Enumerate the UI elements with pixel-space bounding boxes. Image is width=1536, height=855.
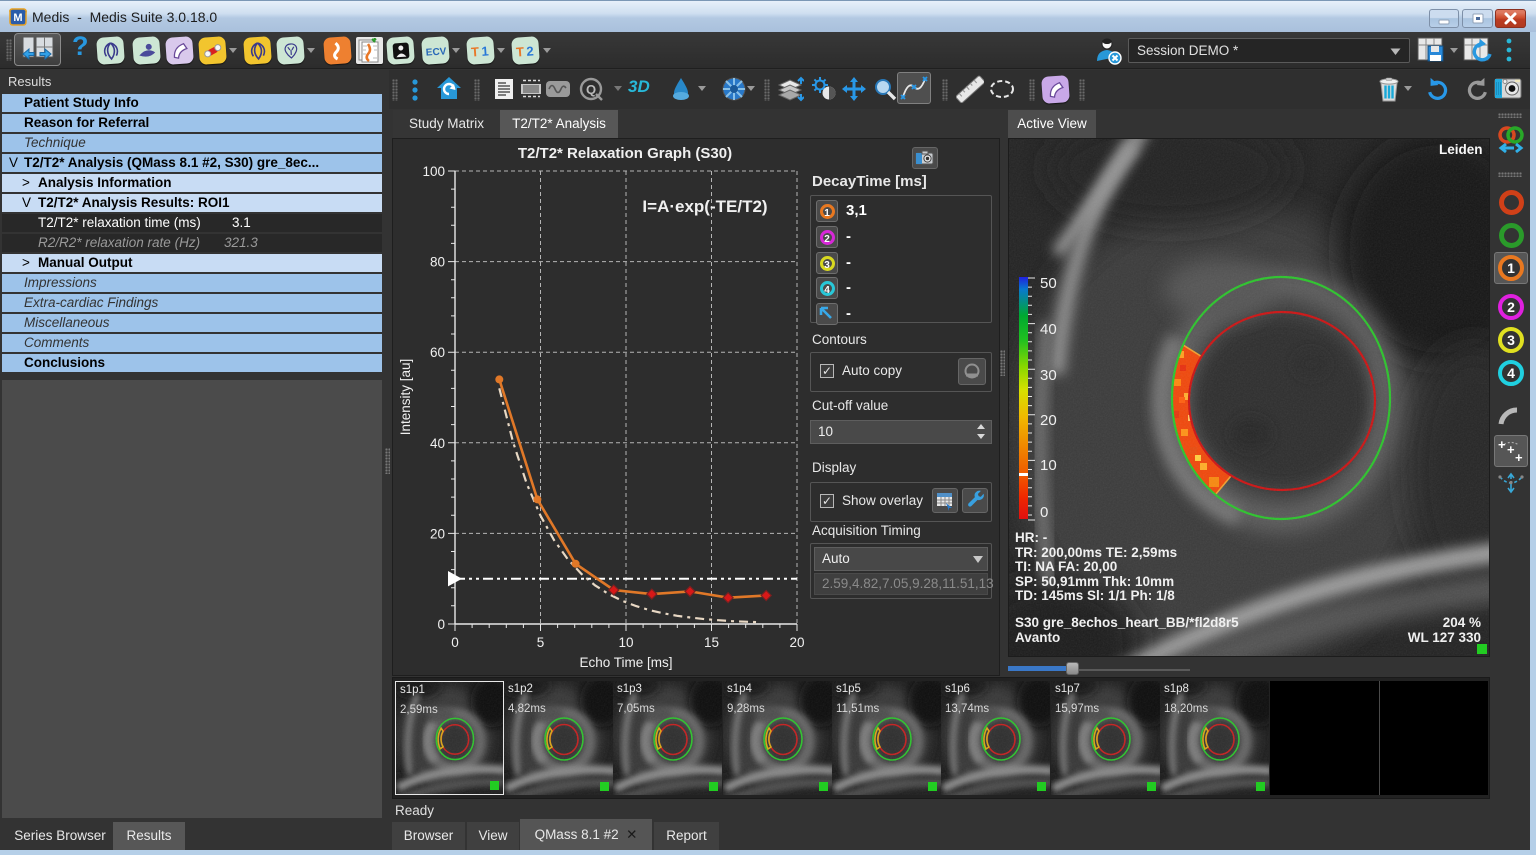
svg-text:T: T bbox=[515, 44, 524, 60]
svg-text:ECV: ECV bbox=[425, 46, 447, 58]
svg-text:Intensity [au]: Intensity [au] bbox=[398, 359, 413, 436]
svg-text:I=A·exp(-TE/T2): I=A·exp(-TE/T2) bbox=[642, 197, 767, 216]
svg-text:T: T bbox=[470, 44, 479, 60]
svg-text:+: + bbox=[1507, 442, 1515, 457]
svg-text:Q: Q bbox=[586, 82, 596, 97]
svg-text:20: 20 bbox=[789, 635, 804, 650]
svg-text:1: 1 bbox=[480, 43, 488, 58]
svg-text:100: 100 bbox=[422, 164, 445, 179]
svg-text:15: 15 bbox=[704, 635, 719, 650]
svg-text:60: 60 bbox=[430, 345, 445, 360]
svg-text:0: 0 bbox=[437, 617, 445, 632]
svg-text:+: + bbox=[1498, 437, 1506, 452]
svg-text:2: 2 bbox=[525, 43, 533, 58]
svg-text:0: 0 bbox=[451, 635, 459, 650]
svg-text:+: + bbox=[1515, 450, 1523, 465]
svg-text:5: 5 bbox=[537, 635, 545, 650]
svg-text:40: 40 bbox=[430, 436, 445, 451]
svg-text:80: 80 bbox=[430, 255, 445, 270]
svg-text:T2/T2* Relaxation Graph (S30): T2/T2* Relaxation Graph (S30) bbox=[518, 145, 732, 162]
svg-text:M: M bbox=[13, 12, 22, 24]
svg-text:10: 10 bbox=[618, 635, 633, 650]
svg-text:Echo Time [ms]: Echo Time [ms] bbox=[579, 655, 672, 670]
svg-text:20: 20 bbox=[430, 526, 445, 541]
